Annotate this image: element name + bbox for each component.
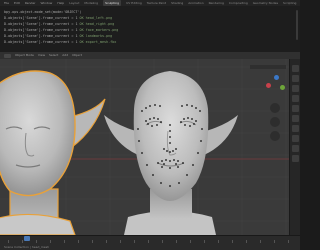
material-icon[interactable] bbox=[292, 135, 299, 142]
item-icon[interactable] bbox=[292, 85, 299, 92]
info-log-panel: bpy.ops.object.mode_set(mode='OBJECT') D.… bbox=[0, 6, 300, 52]
timeline-tick bbox=[232, 240, 233, 243]
viewport-canvas[interactable] bbox=[0, 59, 289, 235]
axis-z-handle[interactable] bbox=[274, 75, 279, 80]
object-menu[interactable]: Object bbox=[72, 52, 82, 59]
timeline-tick bbox=[246, 240, 247, 243]
timeline-tick bbox=[8, 240, 9, 243]
timeline-tick bbox=[106, 240, 107, 243]
timeline-tick bbox=[288, 240, 289, 243]
log-line: D.objects['Scene'].frame_current = 1 OK … bbox=[4, 39, 296, 45]
timeline-tick bbox=[176, 240, 177, 243]
log-result: OK head_left.png bbox=[77, 16, 113, 20]
timeline-tick bbox=[22, 240, 23, 243]
log-command: D.objects['Scene'].frame_current = 1 bbox=[4, 34, 78, 38]
timeline-tick bbox=[204, 240, 205, 243]
log-result: OK face_markers.png bbox=[77, 28, 119, 32]
physics-icon[interactable] bbox=[292, 155, 299, 162]
log-result: OK export_mesh.fbx bbox=[77, 40, 117, 44]
modifier-icon[interactable] bbox=[292, 125, 299, 132]
editor-type-button[interactable] bbox=[4, 53, 11, 58]
add-menu[interactable]: Add bbox=[62, 52, 68, 59]
log-command: D.objects['Scene'].frame_current = 1 bbox=[4, 28, 78, 32]
scene-icon[interactable] bbox=[292, 105, 299, 112]
timeline-tick bbox=[148, 240, 149, 243]
log-command: bpy.ops.object.mode_set(mode='OBJECT') bbox=[4, 10, 82, 14]
timeline-tick bbox=[92, 240, 93, 243]
viewport-header: Object Mode View Select Add Object bbox=[0, 52, 300, 59]
edit-icon[interactable] bbox=[292, 95, 299, 102]
timeline-ruler[interactable] bbox=[0, 238, 300, 243]
tool-icon[interactable] bbox=[292, 65, 299, 72]
head-mesh-selected bbox=[0, 70, 106, 235]
object-data-icon[interactable] bbox=[292, 145, 299, 152]
log-scrollbar[interactable] bbox=[296, 10, 298, 40]
render-icon[interactable] bbox=[292, 115, 299, 122]
camera-view-button[interactable] bbox=[270, 131, 280, 141]
timeline-tick bbox=[78, 240, 79, 243]
pan-button[interactable] bbox=[270, 117, 280, 127]
view-menu[interactable]: View bbox=[38, 52, 45, 59]
timeline-tick bbox=[50, 240, 51, 243]
3d-viewport[interactable] bbox=[0, 59, 289, 235]
timeline-tick bbox=[190, 240, 191, 243]
mode-selector[interactable]: Object Mode bbox=[15, 52, 34, 59]
log-command: D.objects['Scene'].frame_current = 1 bbox=[4, 40, 78, 44]
navigation-gizmo[interactable] bbox=[266, 75, 286, 95]
frame-playhead[interactable] bbox=[24, 236, 30, 241]
select-menu[interactable]: Select bbox=[49, 52, 58, 59]
timeline-tick bbox=[36, 240, 37, 243]
timeline[interactable]: Scene Collection | head_mesh bbox=[0, 235, 300, 250]
timeline-tick bbox=[120, 240, 121, 243]
timeline-tick bbox=[64, 240, 65, 243]
log-command: D.objects['Scene'].frame_current = 1 bbox=[4, 16, 78, 20]
timeline-tick bbox=[218, 240, 219, 243]
viewport-overlay-label bbox=[250, 65, 286, 69]
axis-x-handle[interactable] bbox=[266, 83, 271, 88]
timeline-tick bbox=[260, 240, 261, 243]
timeline-tick bbox=[274, 240, 275, 243]
view-icon[interactable] bbox=[292, 75, 299, 82]
timeline-tick bbox=[162, 240, 163, 243]
axis-y-handle[interactable] bbox=[280, 85, 285, 90]
log-result: OK landmarks.png bbox=[77, 34, 113, 38]
sidebar-toolbar bbox=[289, 59, 300, 235]
timeline-tick bbox=[134, 240, 135, 243]
log-result: OK head_right.png bbox=[77, 22, 115, 26]
status-bar-text: Scene Collection | head_mesh bbox=[4, 245, 50, 249]
head-mesh-markers bbox=[104, 71, 238, 235]
log-command: D.objects['Scene'].frame_current = 1 bbox=[4, 22, 78, 26]
zoom-button[interactable] bbox=[270, 103, 280, 113]
